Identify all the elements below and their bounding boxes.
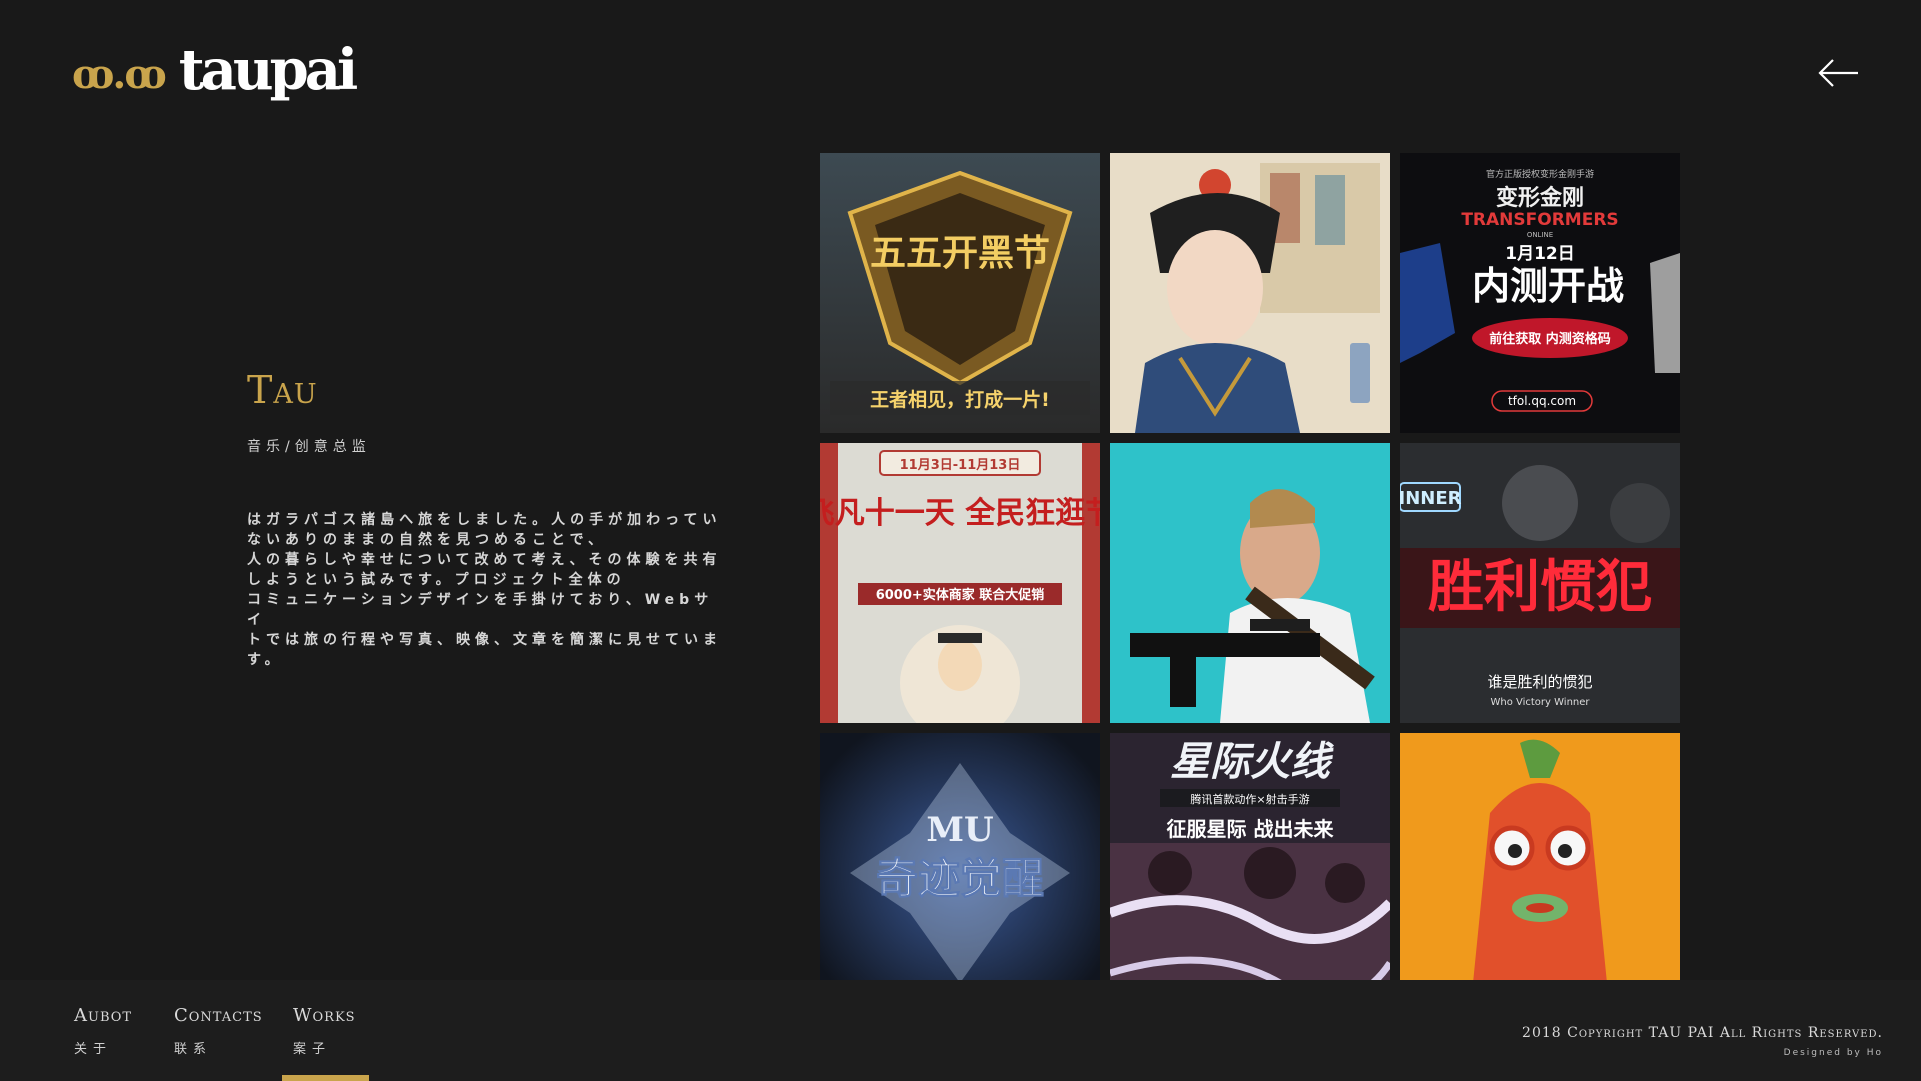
page-title: Tau (247, 368, 318, 412)
description-line: コミュニケーションデザインを手掛けており、Webサイ (247, 592, 714, 628)
nav-label-cn: 关于 (74, 1042, 113, 1057)
tile-brand: TRANSFORMERS (1461, 210, 1618, 230)
description-line: トでは旅の行程や写真、映像、文章を簡潔に見せていま (247, 632, 722, 648)
description-line: はガラパゴス諸島へ旅をしました。人の手が加わってい (247, 512, 722, 528)
tile-caption-en: Who Victory Winner (1490, 697, 1590, 708)
tile-date: 11月3日-11月13日 (900, 458, 1021, 473)
nav-label-en: Contacts (174, 1005, 263, 1026)
tile-headline: 变形金刚 (1496, 185, 1584, 211)
work-tile-feifan-festival[interactable]: 11月3日-11月13日 飞凡十一天 全民狂逛节 6000+实体商家 联合大促销 (820, 443, 1100, 723)
footer: Aubot 关于 Contacts 联系 Works 案子 2018 Copyr… (0, 980, 1921, 1081)
nav-label-cn: 联系 (174, 1042, 213, 1057)
tile-headline: 五五开黑节 (870, 233, 1050, 274)
role-subtitle: 音乐/创意总监 (247, 439, 371, 455)
tile-sub: 腾讯首款动作×射击手游 (1190, 792, 1309, 806)
copyright-text: 2018 Copyright TAU PAI All Rights Reserv… (1522, 1025, 1883, 1041)
tile-tagline: 征服星际 战出未来 (1167, 817, 1335, 841)
tile-logo: MU (926, 810, 993, 850)
nav-label-en: Works (293, 1005, 356, 1026)
description-line: ないありのままの自然を見つめることで、 (247, 532, 608, 548)
work-tile-clay-pepper[interactable] (1400, 733, 1680, 980)
tile-tag: INNER (1400, 488, 1462, 509)
nav-item-works[interactable]: Works 案子 (293, 1005, 356, 1057)
description-line: す。 (247, 652, 284, 668)
work-tile-victory-winner[interactable]: INNER 胜利惯犯 谁是胜利的惯犯 Who Victory Winner (1400, 443, 1680, 723)
works-gallery: 五五开黑节 王者相见，打成一片! 官方正版授权变形金刚手游 变形金刚 TRANS… (820, 153, 1680, 980)
arrow-left-icon[interactable] (1818, 52, 1860, 94)
designer-credit: Designed by Ho (1783, 1048, 1883, 1058)
tile-sub: ONLINE (1527, 231, 1553, 239)
tile-headline: 奇迹觉醒 (876, 854, 1044, 903)
tile-headline: 胜利惯犯 (1428, 555, 1652, 620)
tile-caption-cn: 谁是胜利的惯犯 (1487, 673, 1592, 691)
nav-item-about[interactable]: Aubot 关于 (74, 1005, 132, 1057)
tile-headline: 飞凡十一天 全民狂逛节 (820, 496, 1100, 531)
work-tile-kaihei-festival[interactable]: 五五开黑节 王者相见，打成一片! (820, 153, 1100, 433)
site-logo[interactable]: ꝏ.ꝏ taupai (72, 37, 359, 103)
nav-active-indicator (282, 1075, 369, 1081)
logo-wordmark: taupai (178, 37, 359, 103)
description-line: 人の暮らしや幸せについて改めて考え、その体験を共有 (247, 552, 722, 568)
tile-caption: 王者相见，打成一片! (870, 388, 1050, 411)
project-description: はガラパゴス諸島へ旅をしました。人の手が加わってい ないありのままの自然を見つめ… (247, 510, 727, 670)
work-tile-transformers[interactable]: 官方正版授权变形金刚手游 变形金刚 TRANSFORMERS ONLINE 1月… (1400, 153, 1680, 433)
nav-label-en: Aubot (74, 1005, 133, 1026)
work-tile-mu-awakening[interactable]: MU 奇迹觉醒 (820, 733, 1100, 980)
tile-url: tfol.qq.com (1508, 394, 1576, 408)
tile-date: 1月12日 (1505, 244, 1575, 264)
nav-item-contacts[interactable]: Contacts 联系 (174, 1005, 263, 1057)
tile-headline: 星际火线 (1170, 739, 1334, 785)
nav-label-cn: 案子 (293, 1042, 332, 1057)
tile-top-text: 官方正版授权变形金刚手游 (1486, 168, 1594, 180)
description-line: しようという試みです。プロジェクト全体の (247, 572, 626, 588)
work-tile-illustration[interactable] (1110, 153, 1390, 433)
tile-badge: 前往获取 内测资格码 (1489, 331, 1611, 347)
logo-mark: ꝏ.ꝏ (72, 51, 167, 99)
tile-promo: 6000+实体商家 联合大促销 (876, 587, 1045, 603)
work-tile-video-still[interactable] (1110, 443, 1390, 723)
tile-main: 内测开战 (1472, 264, 1624, 308)
work-tile-star-fire[interactable]: 星际火线 腾讯首款动作×射击手游 征服星际 战出未来 (1110, 733, 1390, 980)
